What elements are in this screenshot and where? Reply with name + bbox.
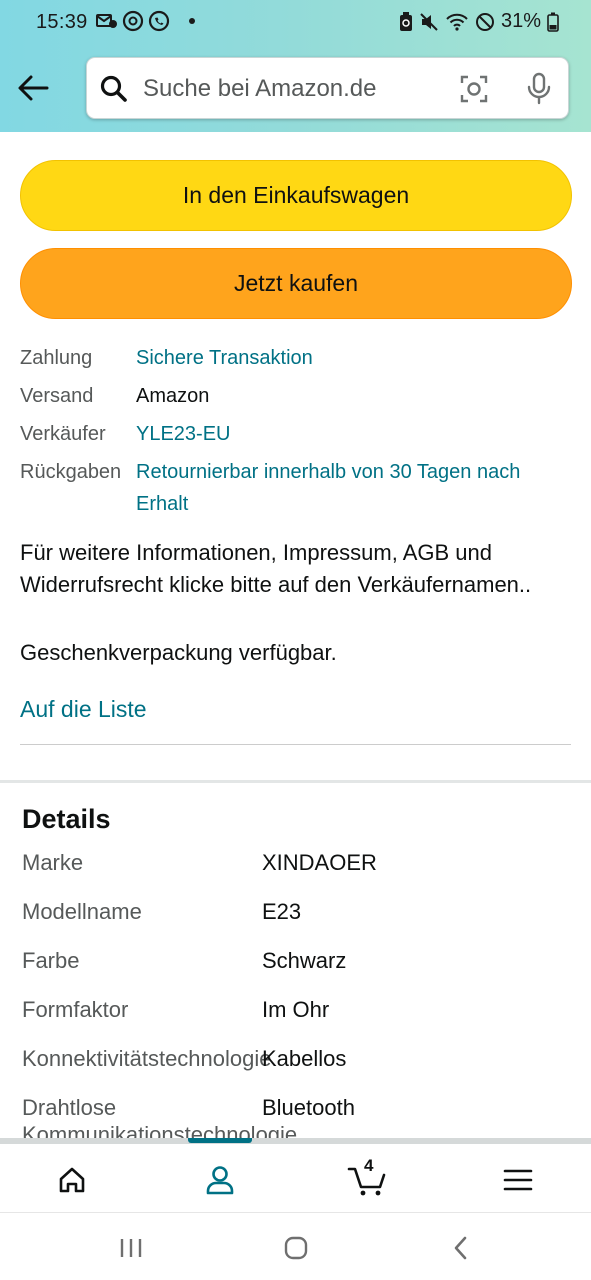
cart-icon[interactable]: 4 [346,1156,390,1200]
seller-link[interactable]: YLE23-EU [136,418,231,450]
details-label: Formfaktor [22,997,129,1022]
details-row: Farbe Schwarz [22,948,582,997]
home-button[interactable] [281,1233,311,1263]
details-value: Schwarz [262,948,347,973]
microphone-icon[interactable] [525,72,553,111]
seller-notice: Für weitere Informationen, Impressum, AG… [20,540,532,597]
recent-apps-icon [120,1239,142,1257]
system-navigation [0,1212,591,1280]
add-to-cart-label: In den Einkaufswagen [182,182,410,208]
purchase-info: Zahlung Sichere Transaktion Versand Amaz… [20,342,575,526]
divider [20,744,571,745]
home-circle-icon [284,1236,308,1260]
do-not-disturb-icon [475,12,495,32]
menu-icon[interactable] [498,1160,538,1200]
camera-search-icon[interactable] [459,74,489,109]
details-value: Kabellos [262,1046,347,1071]
search-placeholder: Suche bei Amazon.de [143,75,377,102]
add-to-cart-button[interactable]: In den Einkaufswagen [20,160,572,231]
details-label: Konnektivitätstechnologie [22,1046,272,1071]
details-title: Details [22,804,111,834]
details-row: Formfaktor Im Ohr [22,997,582,1046]
battery-icon [547,12,559,32]
active-tab-indicator [188,1138,252,1143]
status-left-icons [96,10,196,32]
info-row-shipping: Versand Amazon [20,380,575,412]
threads-icon [122,10,144,32]
info-row-seller: Verkäufer YLE23-EU [20,418,575,450]
details-value: E23 [262,899,302,924]
whatsapp-icon [148,10,170,32]
section-divider [0,780,591,783]
account-icon[interactable] [200,1160,240,1200]
back-chevron-icon [454,1236,467,1260]
details-row: Marke XINDAOER [22,850,582,899]
search-input[interactable]: Suche bei Amazon.de [86,57,569,119]
details-label: Modellname [22,899,142,924]
details-row: Konnektivitätstechnologie Kabellos [22,1046,582,1095]
bottom-navigation: 4 [0,1138,591,1212]
voicemail-icon [96,12,118,30]
battery-percent: 31% [500,10,541,32]
details-row: Modellname E23 [22,899,582,948]
back-system-button[interactable] [446,1233,476,1263]
cart-count: 4 [364,1156,374,1175]
back-arrow-icon [18,75,49,101]
details-label: Marke [22,850,84,875]
details-value: Bluetooth [262,1095,355,1120]
buy-now-label: Jetzt kaufen [233,270,359,296]
search-icon [99,74,129,109]
recycle-battery-icon [399,11,413,32]
details-label: Farbe [22,948,80,973]
info-label: Versand [20,385,94,407]
buy-now-button[interactable]: Jetzt kaufen [20,248,572,319]
dot-icon [188,17,196,25]
details-value: Im Ohr [262,997,330,1022]
info-label: Rückgaben [20,461,122,483]
recent-apps-button[interactable] [116,1233,146,1263]
info-row-payment: Zahlung Sichere Transaktion [20,342,575,374]
secure-transaction-link[interactable]: Sichere Transaktion [136,342,313,374]
status-time: 15:39 [36,11,88,33]
info-label: Zahlung [20,347,93,369]
add-to-list-link[interactable]: Auf die Liste [20,696,147,723]
shipping-value: Amazon [136,385,210,407]
gift-wrap-text: Geschenkverpackung verfügbar. [20,640,337,665]
details-label: Drahtlose [22,1095,117,1120]
wifi-icon [445,12,469,32]
back-button[interactable] [12,66,54,110]
home-icon[interactable] [52,1160,92,1200]
returns-link[interactable]: Retournierbar innerhalb von 30 Tagen nac… [136,456,575,520]
details-value: XINDAOER [262,850,377,875]
info-row-returns: Rückgaben Retournierbar innerhalb von 30… [20,456,575,520]
info-label: Verkäufer [20,423,106,445]
mute-icon [419,12,439,32]
status-right-icons: 31% [399,10,559,33]
header: 15:39 31% Suche bei Amazon.de [0,0,591,132]
status-bar: 15:39 31% [0,0,591,46]
